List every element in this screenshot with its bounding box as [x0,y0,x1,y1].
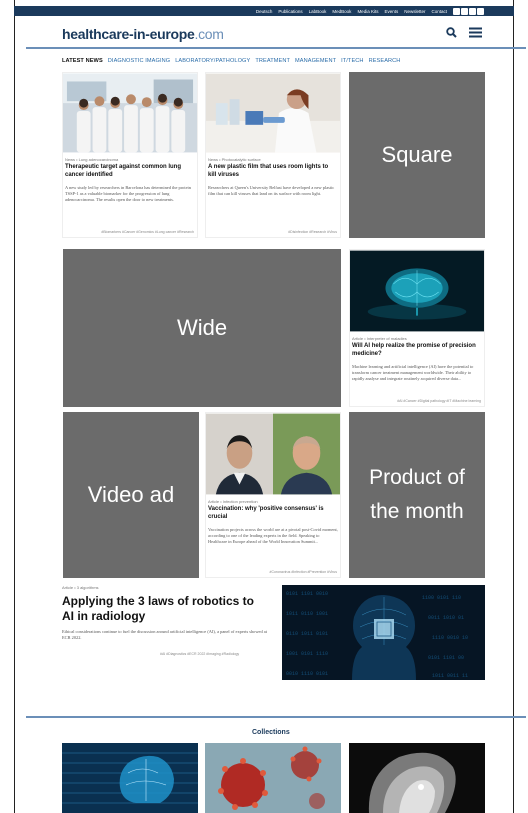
header-icons [446,27,482,38]
svg-text:0011 1010 01: 0011 1010 01 [428,615,464,621]
article-tags[interactable]: #AI #Cancer #Digital pathology #IT #Mach… [397,399,481,403]
article-card-plastic-film[interactable]: News • Photocatalytic surface A new plas… [205,72,341,238]
nav-it-tech[interactable]: IT/TECH [341,58,363,64]
article-card-ai-precision-medicine[interactable]: Article • Interpreter of maladies Will A… [349,249,485,407]
article-image-ai-brain [350,250,484,332]
article-card-lung-cancer[interactable]: News • Lung adenocarcinoma Therapeutic t… [62,72,198,238]
logo-main: healthcare-in-europe [62,26,195,42]
social-links [453,7,484,15]
topbar-link-labbook[interactable]: LabBook [309,9,327,14]
nav-latest-news[interactable]: LATEST NEWS [62,58,103,64]
linkedin-icon[interactable] [469,7,476,15]
nav-diagnostic-imaging[interactable]: DIAGNOSTIC IMAGING [108,58,170,64]
article-title[interactable]: Therapeutic target against common lung c… [65,164,195,179]
topbar-link-publications[interactable]: Publications [278,9,302,14]
topbar-link-events[interactable]: Events [384,9,398,14]
svg-text:1011 0110 1001: 1011 0110 1001 [286,611,328,617]
article-meta: Article • Infection prevention [208,499,258,504]
feature-meta: Article • 3 algorithms [62,585,99,590]
article-title[interactable]: Vaccination: why 'positive consensus' is… [208,506,338,521]
topbar-link-medbook[interactable]: MedBook [332,9,351,14]
article-tags[interactable]: #Biomarkers #Cancer #Genomics #Lung canc… [101,230,194,234]
nav-research[interactable]: RESEARCH [369,58,401,64]
collections-title: Collections [252,729,290,736]
svg-text:0101 1101 0010: 0101 1101 0010 [286,591,328,597]
ad-video-label: Video ad [87,482,175,508]
svg-text:0110 1011 0101: 0110 1011 0101 [286,631,328,637]
nav-treatment[interactable]: TREATMENT [255,58,290,64]
feature-tags[interactable]: #AI #Diagnostics #ECR 2022 #Imaging #Rad… [160,652,239,656]
twitter-icon[interactable] [461,7,468,15]
svg-text:1011 0011 11: 1011 0011 11 [432,673,468,679]
collection-thumb-mammogram[interactable] [349,743,485,813]
ad-wide[interactable]: Wide [63,249,341,407]
ad-product-of-the-month[interactable]: Product of the month [349,412,485,578]
logo-suffix: .com [194,26,224,42]
top-bar: Deutsch Publications LabBook MedBook Med… [14,6,514,16]
svg-text:1100 0101 110: 1100 0101 110 [422,595,461,601]
main-nav: LATEST NEWS DIAGNOSTIC IMAGING LABORATOR… [62,58,400,64]
svg-text:0010 1110 0101: 0010 1110 0101 [286,671,328,677]
article-meta: News • Photocatalytic surface [208,157,261,162]
collection-thumb-virus[interactable] [205,743,341,813]
svg-text:1001 0101 1110: 1001 0101 1110 [286,651,328,657]
article-title[interactable]: A new plastic film that uses room lights… [208,164,338,179]
article-meta: News • Lung adenocarcinoma [65,157,119,162]
article-summary: Vaccination projects across the world ar… [208,527,338,544]
article-tags[interactable]: #Disinfection #Research #Virus [288,230,337,234]
topbar-link-media-kits[interactable]: Media Kits [357,9,378,14]
ad-video[interactable]: Video ad [63,412,199,578]
article-image-scientist-lab [206,73,340,153]
svg-text:0101 1101 00: 0101 1101 00 [428,655,464,661]
nav-laboratory-pathology[interactable]: LABORATORY/PATHOLOGY [175,58,250,64]
article-summary: Researchers at Queen's University Belfas… [208,185,335,196]
article-meta: Article • Interpreter of maladies [352,336,407,341]
menu-icon[interactable] [469,27,482,38]
nav-management[interactable]: MANAGEMENT [295,58,336,64]
topbar-link-deutsch[interactable]: Deutsch [256,9,273,14]
topbar-link-newsletter[interactable]: Newsletter [404,9,425,14]
ad-square[interactable]: Square [349,72,485,238]
youtube-icon[interactable] [477,7,484,15]
article-image-portraits [206,413,340,495]
article-tags[interactable]: #Coronavirus #Infection #Prevention #Vir… [270,570,337,574]
ad-wide-label: Wide [176,315,228,341]
feature-image-digital-head[interactable]: 0101 1101 0010 1100 0101 110 1011 0110 10… [282,585,485,680]
svg-text:1110 0010 10: 1110 0010 10 [432,635,468,641]
ad-square-label: Square [381,142,453,168]
article-card-vaccination[interactable]: Article • Infection prevention Vaccinati… [205,412,341,578]
site-logo[interactable]: healthcare-in-europe.com [62,26,224,42]
facebook-icon[interactable] [453,7,460,15]
feature-summary: Ethical considerations continue to fuel … [62,629,267,641]
collections-divider [26,716,526,718]
feature-title[interactable]: Applying the 3 laws of robotics to AI in… [62,594,267,624]
ad-product-label: Product of the month [369,466,465,523]
topbar-link-contact[interactable]: Contact [431,9,447,14]
article-summary: Machine learning and artificial intellig… [352,364,474,381]
article-title[interactable]: Will AI help realize the promise of prec… [352,343,482,358]
article-image-research-team [63,73,197,153]
article-summary: A new study led by researchers in Barcel… [65,185,191,202]
collection-thumb-ai-brain[interactable] [62,743,198,813]
header-divider [26,47,526,49]
search-icon[interactable] [446,27,457,38]
